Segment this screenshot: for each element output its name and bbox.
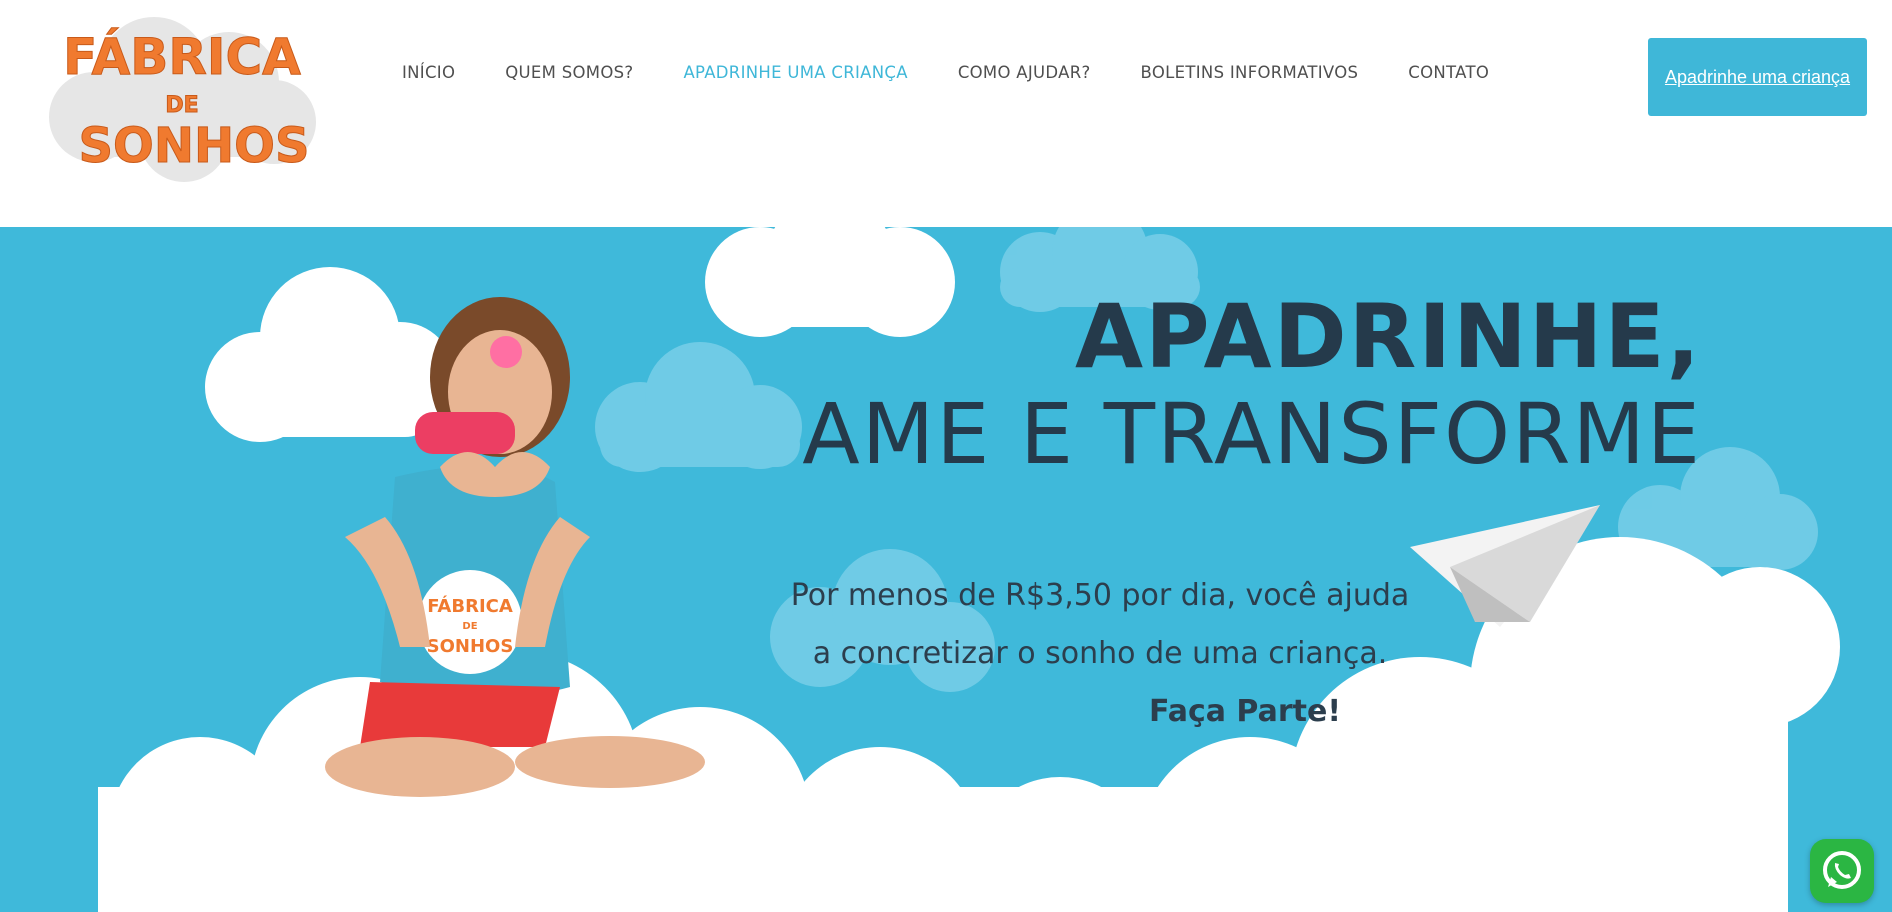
nav-item-apadrinhe[interactable]: APADRINHE UMA CRIANÇA xyxy=(683,60,907,86)
main-nav: INÍCIO QUEM SOMOS? APADRINHE UMA CRIANÇA… xyxy=(402,60,1539,86)
hero-subtext-line1: Por menos de R$3,50 por dia, você ajuda xyxy=(790,578,1410,613)
apadrinhe-cta-button[interactable]: Apadrinhe uma criança xyxy=(1648,38,1867,116)
nav-item-contato[interactable]: CONTATO xyxy=(1408,60,1489,86)
hero-headline-line2: AME E TRANSFORME xyxy=(802,385,1702,483)
hero-faca-parte[interactable]: Faça Parte! xyxy=(760,683,1440,741)
svg-text:DE: DE xyxy=(462,621,477,632)
nav-item-inicio[interactable]: INÍCIO xyxy=(402,60,455,86)
svg-text:FÁBRICA: FÁBRICA xyxy=(63,27,301,86)
nav-item-boletins[interactable]: BOLETINS INFORMATIVOS xyxy=(1141,60,1359,86)
whatsapp-icon xyxy=(1823,851,1861,889)
nav-item-como-ajudar[interactable]: COMO AJUDAR? xyxy=(958,60,1091,86)
nav-item-quem-somos[interactable]: QUEM SOMOS? xyxy=(505,60,633,86)
hero-banner: FÁBRICA DE SONHOS APADRINHE, AME E TRANS… xyxy=(0,227,1892,912)
svg-text:SONHOS: SONHOS xyxy=(427,636,514,657)
whatsapp-button[interactable] xyxy=(1810,839,1874,903)
svg-text:FÁBRICA: FÁBRICA xyxy=(427,595,513,617)
svg-text:SONHOS: SONHOS xyxy=(78,118,309,174)
site-header: FÁBRICA DE SONHOS INÍCIO QUEM SOMOS? APA… xyxy=(0,0,1892,227)
fabrica-de-sonhos-logo[interactable]: FÁBRICA DE SONHOS xyxy=(34,12,324,182)
svg-text:DE: DE xyxy=(165,93,198,118)
hero-subtext-line2: a concretizar o sonho de uma criança. xyxy=(812,636,1388,671)
hero-headline-line1: APADRINHE, xyxy=(1074,285,1702,388)
hero-subtext: Por menos de R$3,50 por dia, você ajuda … xyxy=(760,567,1440,741)
